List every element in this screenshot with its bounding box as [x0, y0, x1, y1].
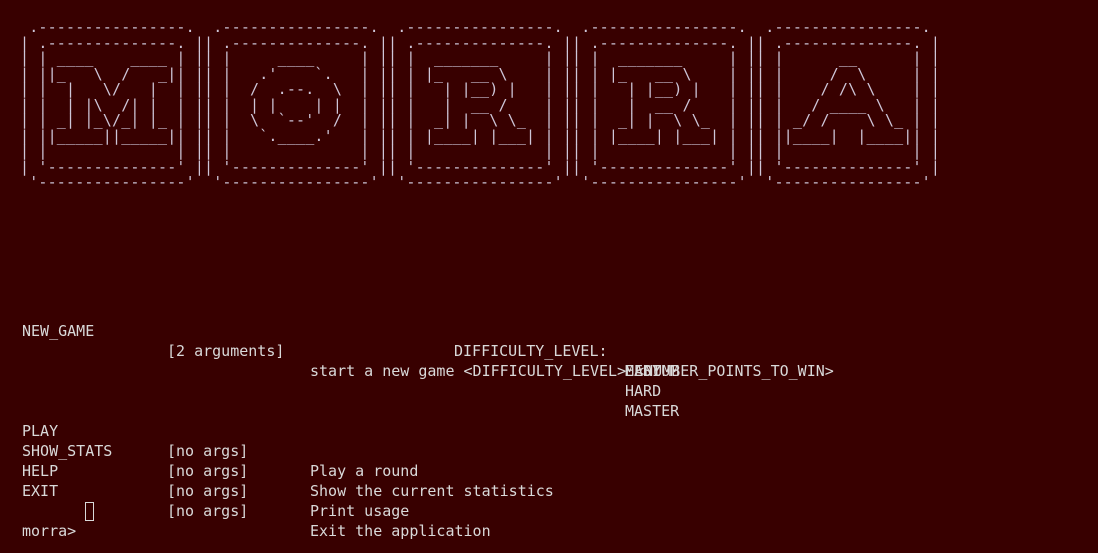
- difficulty-row-easy: DIFFICULTY_LEVEL: EASY: [22, 321, 661, 380]
- terminal-window: { "banner": { "art": " .----------------…: [0, 0, 1098, 553]
- command-description: Play a round: [310, 462, 419, 480]
- morra-ascii-banner: .----------------. .----------------. .-…: [20, 18, 941, 191]
- command-args: [no args]: [167, 442, 249, 460]
- command-description: start a new game <DIFFICULTY_LEVEL> <NUM…: [310, 362, 834, 380]
- command-description: Print usage: [310, 502, 410, 520]
- usage-row-help: HELP [no args] Print usage: [22, 441, 409, 520]
- command-description: Show the current statistics: [310, 482, 554, 500]
- difficulty-level-option: MEDIUM: [625, 362, 680, 380]
- difficulty-level-label: DIFFICULTY_LEVEL:: [454, 342, 608, 360]
- command-prompt[interactable]: morra>: [22, 501, 322, 540]
- usage-row-exit: EXIT [no args] Exit the application: [22, 461, 491, 540]
- command-name: EXIT: [22, 482, 59, 500]
- difficulty-level-option: HARD: [625, 382, 662, 400]
- difficulty-level-option: MASTER: [625, 402, 680, 420]
- usage-row-play: PLAY [no args] Play a round: [22, 401, 418, 480]
- command-args: [no args]: [167, 482, 249, 500]
- difficulty-row-master: MASTER: [22, 381, 679, 420]
- usage-row-show-stats: SHOW_STATS [no args] Show the current st…: [22, 421, 554, 500]
- usage-row-new-game: NEW_GAME [2 arguments] start a new game …: [22, 301, 834, 380]
- difficulty-row-medium: MEDIUM: [22, 341, 679, 380]
- command-description: Exit the application: [310, 522, 491, 540]
- difficulty-row-hard: HARD: [22, 361, 661, 400]
- text-cursor[interactable]: [85, 502, 94, 521]
- command-args: [2 arguments]: [167, 342, 285, 360]
- command-args: [no args]: [167, 462, 249, 480]
- prompt-label: morra>: [22, 522, 77, 540]
